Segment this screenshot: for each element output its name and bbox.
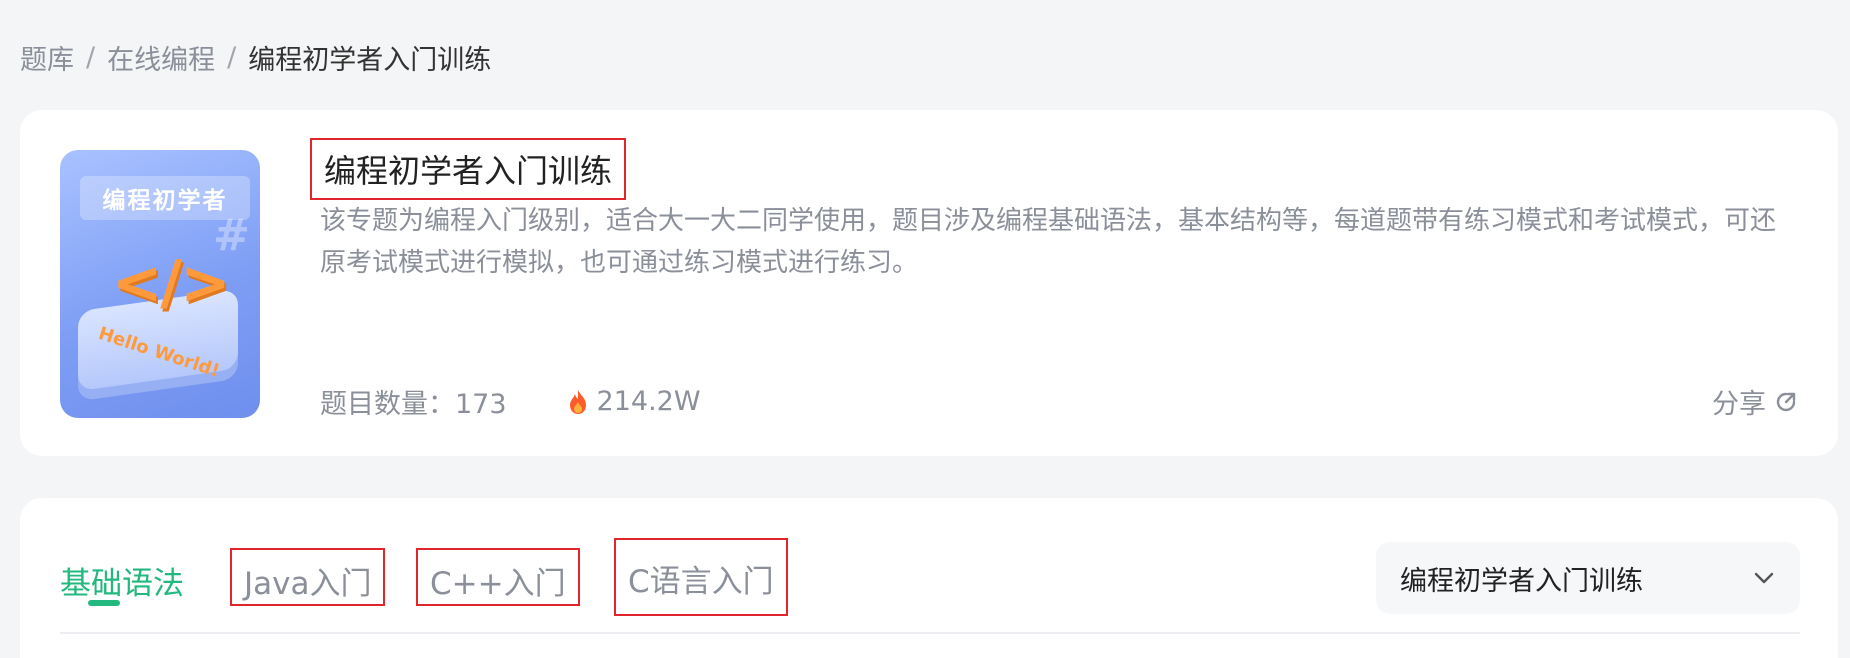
course-description: 该专题为编程入门级别，适合大一大二同学使用，题目涉及编程基础语法，基本结构等，每… bbox=[320, 206, 1777, 278]
share-button[interactable]: 分享 bbox=[1712, 382, 1798, 421]
breadcrumb-item-library[interactable]: 题库 bbox=[20, 38, 74, 77]
course-cover-image: 编程初学者 # </> Hello World! bbox=[60, 150, 260, 418]
course-meta: 题目数量：173 214.2W bbox=[320, 382, 701, 421]
heat-value: 214.2W bbox=[596, 386, 701, 417]
question-count: 题目数量：173 bbox=[320, 389, 507, 420]
tab-c-intro[interactable]: C语言入门 bbox=[614, 538, 788, 616]
tab-cpp-intro[interactable]: C++入门 bbox=[416, 548, 580, 606]
course-select-dropdown[interactable]: 编程初学者入门训练 bbox=[1376, 542, 1800, 614]
code-icon: </> bbox=[112, 248, 230, 318]
active-tab-indicator bbox=[88, 600, 120, 606]
tab-basic-syntax[interactable]: 基础语法 bbox=[60, 558, 184, 603]
breadcrumb: 题库 / 在线编程 / 编程初学者入门训练 bbox=[20, 38, 491, 77]
fire-icon bbox=[569, 389, 586, 414]
share-label: 分享 bbox=[1712, 389, 1766, 420]
breadcrumb-item-current: 编程初学者入门训练 bbox=[248, 45, 492, 76]
chevron-down-icon bbox=[1754, 572, 1774, 584]
share-icon bbox=[1776, 392, 1796, 411]
breadcrumb-separator: / bbox=[86, 42, 96, 73]
breadcrumb-item-online-coding[interactable]: 在线编程 bbox=[107, 38, 215, 77]
tabs-divider bbox=[60, 632, 1800, 634]
tab-java-intro[interactable]: Java入门 bbox=[230, 548, 386, 606]
course-card: 编程初学者 # </> Hello World! 编程初学者入门训练 该专题为编… bbox=[20, 110, 1838, 456]
breadcrumb-separator: / bbox=[227, 42, 237, 73]
course-title: 编程初学者入门训练 bbox=[310, 138, 627, 200]
course-select-value: 编程初学者入门训练 bbox=[1400, 565, 1643, 597]
